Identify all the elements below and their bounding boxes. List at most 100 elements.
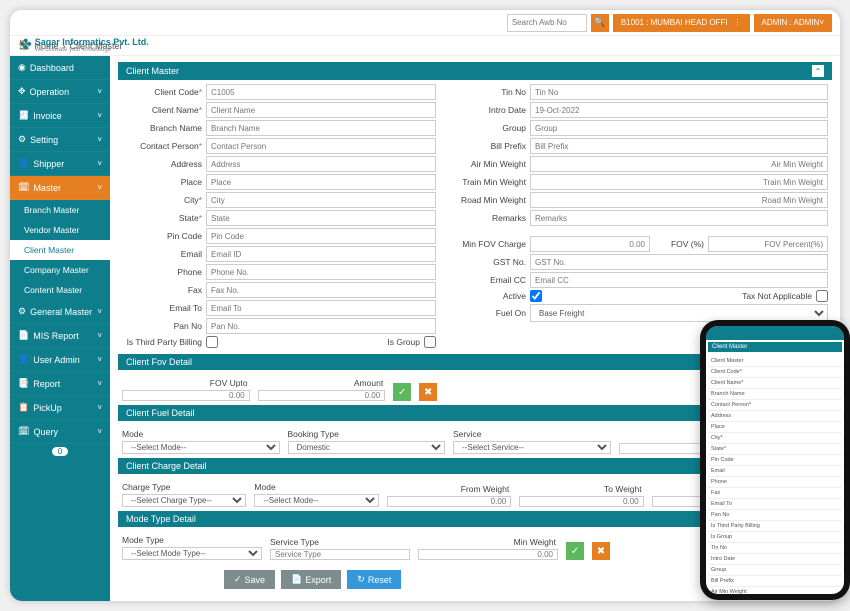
branch-selector[interactable]: B1001 : MUMBAI HEAD OFFI ⋮ bbox=[613, 14, 750, 32]
sidebar-sub-vendor-master[interactable]: Vendor Master bbox=[10, 220, 110, 240]
sidebar-sub-branch-master[interactable]: Branch Master bbox=[10, 200, 110, 220]
minfov-input[interactable] bbox=[530, 236, 650, 252]
invoice-icon: 🧾 bbox=[18, 110, 29, 121]
setting-icon: ⚙ bbox=[18, 134, 26, 145]
mode-delete-button[interactable]: ✖ bbox=[592, 542, 610, 560]
tin-input[interactable] bbox=[530, 84, 828, 100]
phone-input[interactable] bbox=[206, 264, 436, 280]
chevron-down-icon: ˅ bbox=[97, 379, 102, 388]
contact-input[interactable] bbox=[206, 138, 436, 154]
panel-client-master: Client Master ⌃ bbox=[118, 62, 832, 80]
third-party-checkbox[interactable] bbox=[206, 336, 218, 348]
fov-amount-input[interactable] bbox=[258, 390, 386, 401]
collapse-icon[interactable]: ⌃ bbox=[812, 65, 824, 77]
sidebar-item-setting[interactable]: ⚙Setting˅ bbox=[10, 128, 110, 152]
label-pin: Pin Code bbox=[122, 231, 202, 241]
place-input[interactable] bbox=[206, 174, 436, 190]
save-button[interactable]: ✓ Save bbox=[224, 570, 275, 589]
search-input[interactable] bbox=[507, 14, 587, 32]
pin-input[interactable] bbox=[206, 228, 436, 244]
name-input[interactable] bbox=[206, 102, 436, 118]
fov-upto-input[interactable] bbox=[122, 390, 250, 401]
phone-row: Tin No bbox=[708, 543, 842, 554]
sidebar-item-general-master[interactable]: ⚙General Master˅ bbox=[10, 300, 110, 324]
phone-row: Client Code* bbox=[708, 367, 842, 378]
email-input[interactable] bbox=[206, 246, 436, 262]
active-checkbox[interactable] bbox=[530, 290, 542, 302]
label-intro: Intro Date bbox=[446, 105, 526, 115]
from-weight-input[interactable] bbox=[387, 496, 511, 507]
prefix-input[interactable] bbox=[530, 138, 828, 154]
is-group-checkbox[interactable] bbox=[424, 336, 436, 348]
chevron-down-icon: ˅ bbox=[97, 307, 102, 316]
fov-delete-button[interactable]: ✖ bbox=[419, 383, 437, 401]
fuel-booking-select[interactable]: Domestic bbox=[288, 441, 446, 454]
tax-na-checkbox[interactable] bbox=[816, 290, 828, 302]
phone-row: Bill Prefix bbox=[708, 576, 842, 587]
phone-row: Email To bbox=[708, 499, 842, 510]
intro-input[interactable] bbox=[530, 102, 828, 118]
sidebar-item-shipper[interactable]: 👤Shipper˅ bbox=[10, 152, 110, 176]
charge-type-select[interactable]: --Select Charge Type-- bbox=[122, 494, 246, 507]
calendar-icon: 🗓 bbox=[18, 182, 29, 193]
phone-row: Pan No bbox=[708, 510, 842, 521]
mode-type-select[interactable]: --Select Mode Type-- bbox=[122, 547, 262, 560]
code-input[interactable] bbox=[206, 84, 436, 100]
chevron-down-icon: ˅ bbox=[97, 403, 102, 412]
emailcc-input[interactable] bbox=[530, 272, 828, 288]
sidebar-item-master[interactable]: 🗓 Master ˅ bbox=[10, 176, 110, 200]
phone-row: State* bbox=[708, 444, 842, 455]
pan-input[interactable] bbox=[206, 318, 436, 334]
phone-row: Phone bbox=[708, 477, 842, 488]
phone-row: Contact Person* bbox=[708, 400, 842, 411]
phone-row: Place bbox=[708, 422, 842, 433]
sidebar-item-query[interactable]: 🗓Query˅ bbox=[10, 420, 110, 444]
emailto-input[interactable] bbox=[206, 300, 436, 316]
chevron-down-icon: ˅ bbox=[97, 427, 102, 436]
fax-input[interactable] bbox=[206, 282, 436, 298]
to-weight-input[interactable] bbox=[519, 496, 643, 507]
label-tin: Tin No bbox=[446, 87, 526, 97]
city-input[interactable] bbox=[206, 192, 436, 208]
address-input[interactable] bbox=[206, 156, 436, 172]
remarks-input[interactable] bbox=[530, 210, 828, 226]
fuel-mode-select[interactable]: --Select Mode-- bbox=[122, 441, 280, 454]
branch-input[interactable] bbox=[206, 120, 436, 136]
dashboard-icon: ◉ bbox=[18, 62, 26, 73]
trainmin-input[interactable] bbox=[530, 174, 828, 190]
group-input[interactable] bbox=[530, 120, 828, 136]
fovpct-input[interactable] bbox=[708, 236, 828, 252]
sidebar-item-user-admin[interactable]: 👤User Admin˅ bbox=[10, 348, 110, 372]
fov-confirm-button[interactable]: ✓ bbox=[393, 383, 411, 401]
sidebar-item-operation[interactable]: ✥Operation˅ bbox=[10, 80, 110, 104]
sidebar-item-mis-report[interactable]: 📄MIS Report˅ bbox=[10, 324, 110, 348]
reset-button[interactable]: ↻ Reset bbox=[347, 570, 401, 589]
fuel-service-select[interactable]: --Select Service-- bbox=[453, 441, 611, 454]
mode-confirm-button[interactable]: ✓ bbox=[566, 542, 584, 560]
service-type-input[interactable] bbox=[270, 549, 410, 560]
mobile-preview: Client Master Client MasterClient Code*C… bbox=[700, 320, 850, 600]
label-airmin: Air Min Weight bbox=[446, 159, 526, 169]
airmin-input[interactable] bbox=[530, 156, 828, 172]
admin-menu[interactable]: ADMIN : ADMIN ˅ bbox=[754, 14, 832, 32]
min-weight-input[interactable] bbox=[418, 549, 558, 560]
search-button[interactable]: 🔍 bbox=[591, 14, 609, 32]
sidebar-item-pickup[interactable]: 📋PickUp˅ bbox=[10, 396, 110, 420]
phone-row: Branch Name bbox=[708, 389, 842, 400]
sidebar-item-report[interactable]: 📑Report˅ bbox=[10, 372, 110, 396]
gst-input[interactable] bbox=[530, 254, 828, 270]
charge-mode-select[interactable]: --Select Mode-- bbox=[254, 494, 378, 507]
sidebar-item-invoice[interactable]: 🧾Invoice˅ bbox=[10, 104, 110, 128]
sidebar-item-dashboard[interactable]: ◉Dashboard bbox=[10, 56, 110, 80]
export-button[interactable]: 📄 Export bbox=[281, 570, 341, 589]
chevron-down-icon: ˅ bbox=[97, 111, 102, 120]
sidebar-sub-content-master[interactable]: Content Master bbox=[10, 280, 110, 300]
phone-row: Intro Date bbox=[708, 554, 842, 565]
sidebar-sub-client-master[interactable]: Client Master bbox=[10, 240, 110, 260]
chevron-down-icon: ˅ bbox=[97, 183, 102, 192]
sidebar-sub-company-master[interactable]: Company Master bbox=[10, 260, 110, 280]
state-input[interactable] bbox=[206, 210, 436, 226]
roadmin-input[interactable] bbox=[530, 192, 828, 208]
label-fax: Fax bbox=[122, 285, 202, 295]
label-roadmin: Road Min Weight bbox=[446, 195, 526, 205]
